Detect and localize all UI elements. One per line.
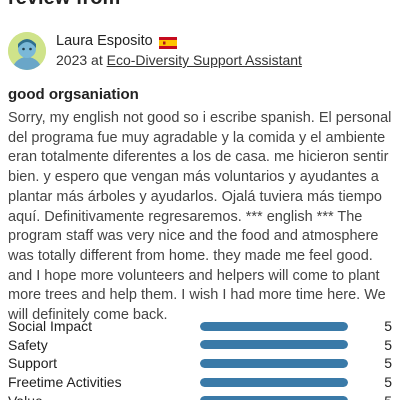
rating-label: Freetime Activities [8, 374, 122, 391]
rating-bar-fill [200, 396, 348, 400]
review-page: review from Laura Esposito [0, 0, 400, 400]
rating-bar-fill [200, 358, 348, 368]
rating-bar [200, 321, 348, 331]
rating-bar-fill [200, 340, 348, 350]
review-text: Sorry, my english not good so i escribe … [8, 110, 392, 324]
rating-score: 5 [384, 374, 392, 391]
program-link[interactable]: Eco-Diversity Support Assistant [107, 52, 302, 68]
reviewer-block: Laura Esposito 2023 at Eco-Diversity Sup… [8, 30, 302, 72]
review-title: good orgsaniation [8, 86, 139, 103]
rating-row: Value 5 [8, 391, 392, 400]
at-label: at [91, 52, 103, 68]
ratings-list: Social Impact 5 Safety 5 Support 5 Freetime Ac… [8, 317, 392, 400]
rating-label: Safety [8, 336, 48, 353]
rating-bar-fill [200, 321, 348, 331]
rating-label: Social Impact [8, 318, 93, 335]
rating-bar [200, 377, 348, 387]
rating-row: Support 5 [8, 354, 392, 373]
section-heading: review from [8, 0, 120, 10]
rating-row: Social Impact 5 [8, 317, 392, 336]
rating-score: 5 [384, 318, 392, 335]
rating-score: 5 [384, 336, 392, 353]
rating-bar [200, 396, 348, 400]
rating-row: Freetime Activities 5 [8, 373, 392, 392]
review-year: 2023 [56, 52, 88, 68]
avatar [8, 32, 46, 70]
rating-label: Value [8, 393, 200, 400]
rating-score: 5 [384, 355, 392, 372]
reviewer-name: Laura Esposito [56, 33, 153, 49]
rating-row: Safety 5 [8, 336, 392, 355]
rating-label: Support [8, 355, 58, 372]
rating-bar-fill [200, 377, 348, 387]
rating-bar [200, 358, 348, 368]
rating-score: 5 [384, 393, 392, 400]
rating-bar [200, 340, 348, 350]
spain-flag-icon [158, 36, 177, 49]
